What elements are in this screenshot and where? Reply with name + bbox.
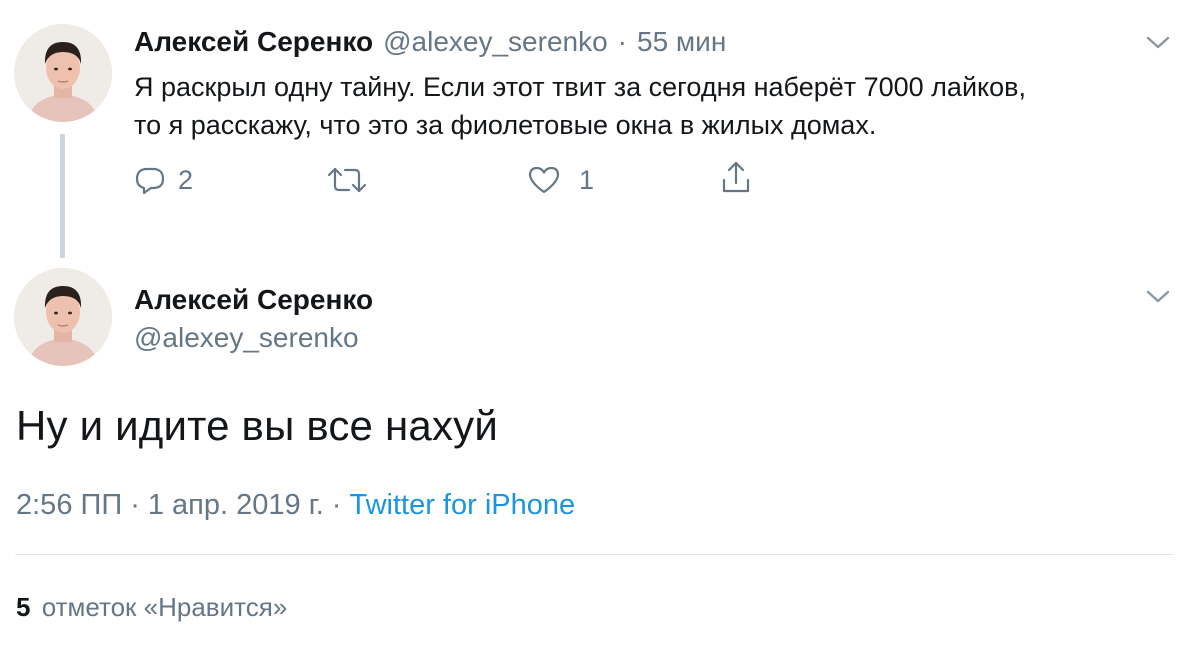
likes-count: 5: [16, 592, 31, 622]
like-count: 1: [579, 164, 595, 195]
author-name[interactable]: Алексей Серенко: [134, 26, 373, 58]
tweet-timestamp[interactable]: 55 мин: [637, 26, 726, 58]
share-button[interactable]: [720, 160, 752, 196]
separator-dot: ·: [617, 26, 627, 57]
like-button[interactable]: 1: [527, 162, 594, 198]
avatar[interactable]: [14, 268, 112, 366]
tweet-menu-button[interactable]: [1143, 286, 1173, 311]
reply-bubble-icon: [135, 167, 165, 195]
share-icon: [722, 161, 750, 193]
chevron-down-icon: [1146, 36, 1170, 49]
separator-dot: ·: [331, 489, 342, 521]
tweet-source-link[interactable]: Twitter for iPhone: [349, 489, 575, 522]
main-tweet-text: Ну и идите вы все нахуй: [16, 402, 499, 449]
divider: [15, 554, 1173, 555]
tweet-time[interactable]: 2:56 ПП: [16, 489, 122, 522]
tweet-text-line: Я раскрыл одну тайну. Если этот твит за …: [134, 72, 1027, 102]
thread-connector-line: [60, 134, 65, 258]
likes-label: отметок «Нравится»: [41, 592, 288, 622]
tweet-menu-button[interactable]: [1143, 32, 1173, 57]
tweet-date[interactable]: 1 апр. 2019 г.: [148, 489, 324, 522]
tweet-text: Я раскрыл одну тайну. Если этот твит за …: [134, 68, 1026, 144]
chevron-down-icon: [1146, 290, 1170, 303]
retweet-button[interactable]: [326, 162, 380, 198]
tweet-meta: 2:56 ПП · 1 апр. 2019 г. · Twitter for i…: [16, 489, 575, 522]
retweet-icon: [327, 167, 367, 193]
avatar[interactable]: [14, 24, 112, 122]
reply-count: 2: [178, 164, 194, 195]
reply-button[interactable]: 2: [134, 162, 193, 198]
author-handle[interactable]: @alexey_serenko: [383, 26, 608, 58]
tweet-text-line: то я расскажу, что это за фиолетовые окн…: [134, 110, 877, 140]
parent-tweet-header: Алексей Серенко @alexey_serenko · 55 мин: [134, 26, 726, 58]
author-handle[interactable]: @alexey_serenko: [134, 322, 359, 354]
likes-stat[interactable]: 5 отметок «Нравится»: [16, 592, 287, 623]
heart-icon: [528, 166, 560, 194]
author-name[interactable]: Алексей Серенко: [134, 284, 373, 316]
separator-dot: ·: [130, 489, 140, 521]
